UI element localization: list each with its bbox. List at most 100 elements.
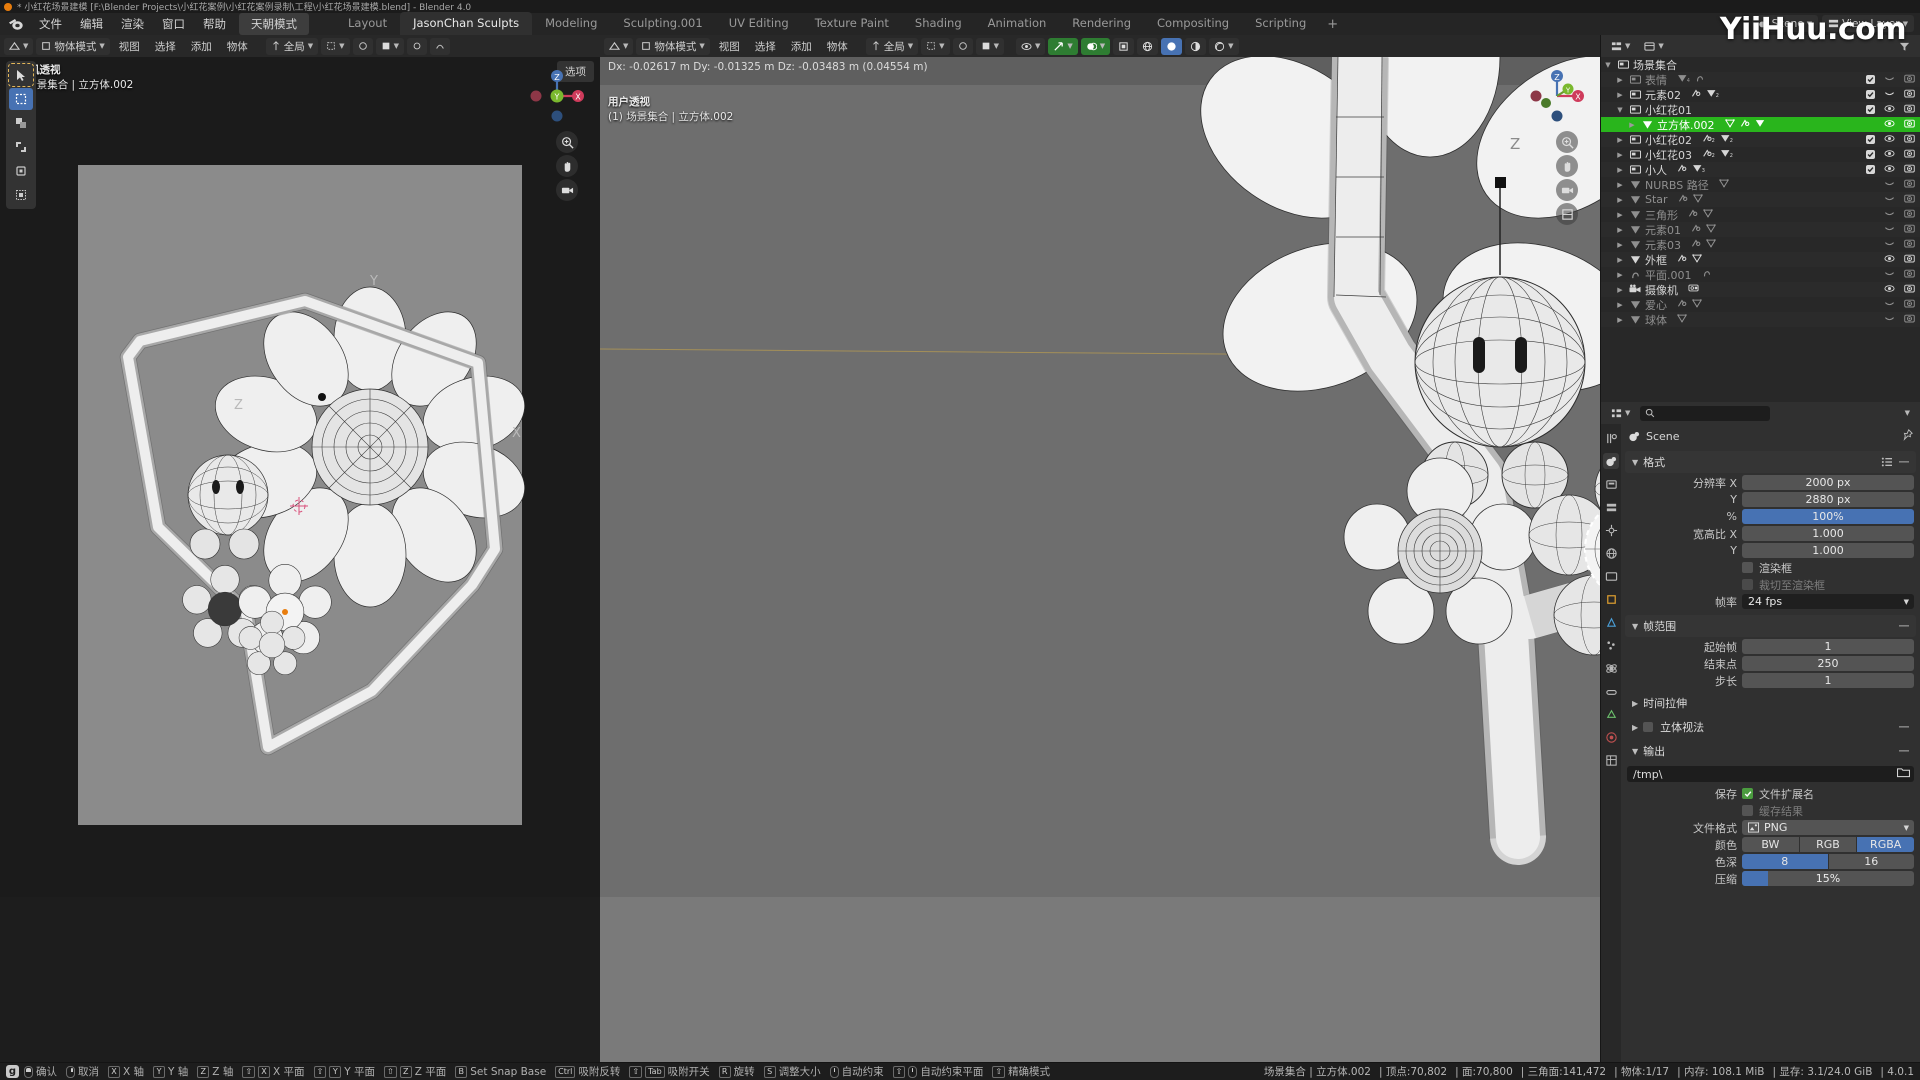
visibility-eye-icon[interactable] [1884,133,1895,147]
modifier-icon[interactable] [1691,223,1701,236]
outliner-row-14[interactable]: ▶ 摄像机 [1601,282,1920,297]
viewport-right-camera-button[interactable] [1556,179,1578,201]
mesh-data-icon[interactable] [1705,223,1717,236]
disclosure-triangle-icon[interactable]: ▶ [1625,121,1639,129]
render-camera-icon[interactable] [1904,283,1915,297]
shading-solid-mode-right[interactable] [1161,37,1183,55]
segmented-color-depth[interactable]: 8 16 [1742,854,1914,869]
snap-toggle-left[interactable]: ▼ [321,37,350,55]
viewport-right-nav-gizmo[interactable]: Z X Y [1528,67,1586,125]
shading-material-right[interactable] [1185,37,1207,55]
tab-data-icon[interactable] [1603,706,1619,722]
visibility-eye-icon[interactable] [1884,298,1895,312]
outliner-row-toggles[interactable] [1866,268,1915,282]
field-resolution-y[interactable]: 2880 px [1742,492,1914,507]
menu-edit[interactable]: 编辑 [71,13,112,35]
render-camera-icon[interactable] [1904,268,1915,282]
outliner-row-11[interactable]: ▶ 元素03 [1601,237,1920,252]
outliner-row-data-icons[interactable] [1691,223,1717,236]
workspace-tab-jasonchan-sculpts[interactable]: JasonChan Sculpts [400,12,533,35]
outliner-row-toggles[interactable] [1866,178,1915,192]
outliner-row-toggles[interactable] [1866,118,1915,132]
viewport-left-menu-object[interactable]: 物体 [221,39,254,54]
shading-wireframe-right[interactable] [1137,37,1159,55]
modifier-icon[interactable] [1677,253,1687,266]
panel-format-presets[interactable] [1881,457,1909,467]
render-camera-icon[interactable] [1904,118,1915,132]
viewport-left-menu-add[interactable]: 添加 [185,39,218,54]
panel-frame-range-menu[interactable] [1899,622,1909,630]
outliner-row-toggles[interactable] [1866,298,1915,312]
row-frame-step[interactable]: 步长 1 [1621,673,1914,688]
render-camera-icon[interactable] [1904,298,1915,312]
tab-render-icon[interactable] [1603,453,1619,469]
mesh-data-icon[interactable] [1718,178,1729,191]
viewport-left-nav-gizmo[interactable]: Z X Y [528,67,586,125]
outliner-row-data-icons[interactable] [1688,208,1714,221]
outliner-row-toggles[interactable] [1866,193,1915,207]
outliner-tree[interactable]: ▼ 场景集合 ▶ 表情 4 ▶ 元素02 2 ▼ 小红花01 ▶ 立方体.002 ▶ 小红花02 2 2 ▶… [1601,57,1920,402]
outliner-row-toggles[interactable] [1866,103,1915,117]
tab-modifier-icon[interactable] [1603,614,1619,630]
mode-selector-right[interactable]: 物体模式 ▼ [636,37,710,55]
row-aspect-y[interactable]: Y 1.000 [1621,543,1914,558]
outliner-row-13[interactable]: ▶ 平面.001 [1601,267,1920,282]
outliner-row-toggles[interactable] [1866,88,1915,102]
outliner-row-0[interactable]: ▶ 表情 4 [1601,72,1920,87]
visibility-eye-icon[interactable] [1884,253,1895,267]
render-camera-icon[interactable] [1904,88,1915,102]
outliner-row-toggles[interactable] [1866,133,1915,147]
menu-window[interactable]: 窗口 [153,13,194,35]
viewport-left-canvas[interactable]: Y Z X [0,57,600,1062]
panel-output-menu[interactable] [1899,747,1909,755]
visibility-eye-icon[interactable] [1884,88,1895,102]
tab-output-icon[interactable] [1603,476,1619,492]
panel-header-time-stretching[interactable]: ▶ 时间拉伸 [1625,692,1916,714]
modifier-icon[interactable] [1691,88,1701,101]
outliner-row-toggles[interactable] [1866,238,1915,252]
xray-toggle-left[interactable] [429,37,450,55]
curve-icon[interactable] [1702,268,1712,281]
outliner-row-toggles[interactable] [1866,148,1915,162]
tool-select-box-icon[interactable] [9,88,33,110]
slider-compression[interactable]: 15% [1742,871,1914,886]
workspace-tab-animation[interactable]: Animation [975,12,1060,35]
row-framerate[interactable]: 帧率 24 fps ▼ [1621,594,1914,609]
xray-toggle-right[interactable] [1113,37,1135,55]
visibility-eye-icon[interactable] [1884,313,1895,327]
shading-rendered-right[interactable]: ▼ [1209,37,1239,55]
outliner-row-data-icons[interactable] [1677,298,1703,311]
workspace-tab-uv-editing[interactable]: UV Editing [716,12,802,35]
render-camera-icon[interactable] [1904,73,1915,87]
visibility-eye-icon[interactable] [1884,163,1895,177]
visibility-eye-icon[interactable] [1884,283,1895,297]
tab-material-icon[interactable] [1603,729,1619,745]
outliner-row-toggles[interactable] [1866,283,1915,297]
visibility-eye-icon[interactable] [1884,193,1895,207]
proportional-edit-left[interactable] [352,37,373,55]
modifier-icon[interactable] [1678,193,1688,206]
disclosure-triangle-icon[interactable]: ▶ [1613,316,1627,324]
dropdown-framerate[interactable]: 24 fps ▼ [1742,594,1914,609]
tab-physics-icon[interactable] [1603,660,1619,676]
outliner-row-toggles[interactable] [1866,223,1915,237]
editor-type-selector-right[interactable]: ▼ [604,37,634,55]
workspace-tab-texture-paint[interactable]: Texture Paint [802,12,902,35]
visibility-eye-icon[interactable] [1884,73,1895,87]
outliner-row-4[interactable]: ▶ 小红花02 2 2 [1601,132,1920,147]
mesh-data-icon[interactable] [1691,298,1703,311]
disclosure-triangle-icon[interactable]: ▶ [1613,286,1627,294]
visibility-eye-icon[interactable] [1884,178,1895,192]
panel-header-stereoscopy[interactable]: ▶ 立体视法 [1625,716,1916,738]
disclosure-triangle-icon[interactable]: ▶ [1613,256,1627,264]
camera-data-icon[interactable] [1688,283,1699,296]
disclosure-triangle-icon[interactable]: ▶ [1613,181,1627,189]
row-cache-result[interactable]: 缓存结果 [1621,803,1914,818]
workspace-tab-shading[interactable]: Shading [902,12,975,35]
outliner-row-8[interactable]: ▶ Star [1601,192,1920,207]
outliner-row-toggles[interactable] [1866,73,1915,87]
outliner-row-data-icons[interactable]: 2 [1691,88,1719,101]
tool-cursor-icon[interactable] [9,112,33,134]
outliner-row-data-icons[interactable]: 22 [1702,148,1733,161]
modifier-icon[interactable] [1688,208,1698,221]
